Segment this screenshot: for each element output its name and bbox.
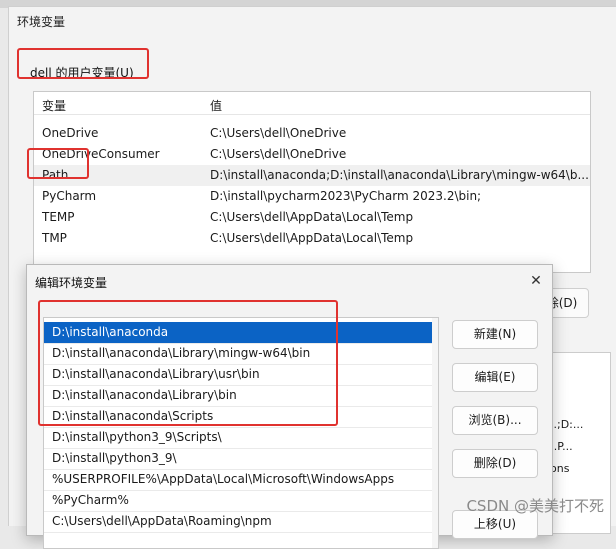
path-entry: %USERPROFILE%\AppData\Local\Microsoft\Wi… [52,472,395,486]
delete-button[interactable]: 删除(D) [452,449,538,478]
list-item[interactable]: D:\install\python3_9\Scripts\ [44,427,438,449]
close-icon[interactable]: ✕ [526,271,546,291]
column-header-variable[interactable]: 变量 [42,97,66,114]
list-item[interactable]: C:\Users\dell\AppData\Roaming\npm [44,511,438,533]
variable-value: C:\Users\dell\OneDrive [210,147,347,161]
path-entry: %PyCharm% [52,493,129,507]
column-header-value[interactable]: 值 [210,97,222,114]
list-header: 变量 值 [34,92,590,115]
edit-button[interactable]: 编辑(E) [452,363,538,392]
variable-value: C:\Users\dell\AppData\Local\Temp [210,210,414,224]
new-button[interactable]: 新建(N) [452,320,538,349]
highlight-path-row [27,148,89,179]
dialog-title: 编辑环境变量 [35,276,108,290]
variable-value: C:\Users\dell\OneDrive [210,126,347,140]
highlight-anaconda-entries [38,300,338,426]
list-item[interactable]: TEMP C:\Users\dell\AppData\Local\Temp [34,207,590,228]
path-entry: D:\install\python3_9\ [52,451,177,465]
user-variables-list[interactable]: 变量 值 OneDrive C:\Users\dell\OneDrive One… [33,91,591,273]
variable-name: TMP [42,231,67,245]
variable-value: D:\install\pycharm2023\PyCharm 2023.2\bi… [210,189,482,203]
list-item[interactable]: PyCharm D:\install\pycharm2023\PyCharm 2… [34,186,590,207]
dialog-title: 环境变量 [17,15,66,29]
variable-value: D:\install\anaconda;D:\install\anaconda\… [210,168,589,182]
scrollbar[interactable] [432,318,438,548]
variable-value: C:\Users\dell\AppData\Local\Temp [210,231,414,245]
partial-text: ;.P... [550,440,573,453]
variable-name: TEMP [42,210,75,224]
path-entry: D:\install\python3_9\Scripts\ [52,430,222,444]
list-item[interactable]: OneDriveConsumer C:\Users\dell\OneDrive [34,144,590,165]
list-item[interactable]: OneDrive C:\Users\dell\OneDrive [34,123,590,144]
list-item[interactable]: %USERPROFILE%\AppData\Local\Microsoft\Wi… [44,469,438,491]
path-entry: C:\Users\dell\AppData\Roaming\npm [52,514,272,528]
partial-text: ..;D:... [550,418,584,431]
highlight-user-vars-label [17,48,149,79]
watermark: CSDN @美美打不死 [466,497,604,515]
list-item-selected[interactable]: Path D:\install\anaconda;D:\install\anac… [34,165,590,186]
variable-name: PyCharm [42,189,97,203]
list-item[interactable]: TMP C:\Users\dell\AppData\Local\Temp [34,228,590,249]
browse-button[interactable]: 浏览(B)... [452,406,538,435]
list-item[interactable]: D:\install\python3_9\ [44,448,438,470]
list-item[interactable]: %PyCharm% [44,490,438,512]
variable-name: OneDrive [42,126,99,140]
